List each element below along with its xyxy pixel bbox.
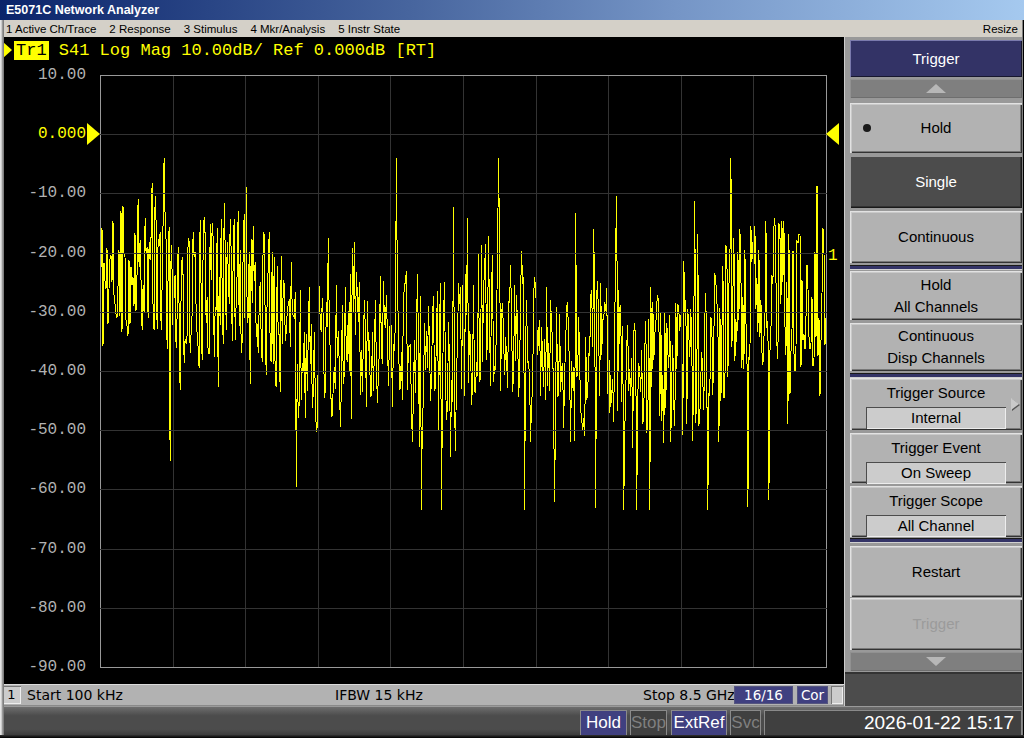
softkey-sidebar: Trigger HoldSingleContinuousHoldAll Chan… bbox=[844, 37, 1024, 706]
window-title: E5071C Network Analyzer bbox=[6, 3, 159, 17]
trace-name[interactable]: Tr1 bbox=[14, 41, 49, 60]
softkey-label: Trigger Scope bbox=[889, 490, 983, 512]
softkey-scroll-up[interactable] bbox=[850, 79, 1022, 98]
grid-line-horizontal bbox=[100, 253, 827, 254]
grid-line-horizontal bbox=[100, 667, 827, 668]
menu-item-2[interactable]: 2 Response bbox=[109, 23, 170, 35]
y-tick-label: -60.00 bbox=[26, 481, 86, 497]
sweep-points-badge: 16/16 bbox=[734, 686, 793, 704]
softkey-trigger-source[interactable]: Trigger Source Internal bbox=[850, 378, 1022, 430]
grid-line-horizontal bbox=[100, 489, 827, 490]
softkey-single[interactable]: Single bbox=[850, 156, 1022, 208]
active-trace-marker-icon bbox=[3, 42, 12, 58]
softkey-separator bbox=[850, 265, 1022, 270]
softkey-separator bbox=[850, 538, 1022, 543]
y-tick-label: -30.00 bbox=[26, 304, 86, 320]
softkey-continuous-disp-channels[interactable]: ContinuousDisp Channels bbox=[850, 323, 1022, 371]
y-tick-label: 0.000 bbox=[26, 126, 86, 142]
grid-line-horizontal bbox=[100, 193, 827, 194]
menu-item-3[interactable]: 3 Stimulus bbox=[184, 23, 238, 35]
status-cell-svc: Svc bbox=[730, 710, 761, 736]
menu-item-5[interactable]: 5 Instr State bbox=[338, 23, 400, 35]
sweep-start-label: Start 100 kHz bbox=[27, 687, 123, 703]
y-tick-label: -40.00 bbox=[26, 363, 86, 379]
status-cell-stop: Stop bbox=[630, 710, 667, 736]
status-bar: 2026-01-22 15:17 HoldStopExtRefSvc bbox=[0, 706, 1024, 738]
y-tick-label: -80.00 bbox=[26, 600, 86, 616]
correction-badge: Cor bbox=[797, 686, 828, 704]
softkey-value-trigger-scope: All Channel bbox=[866, 515, 1006, 537]
grid-line-horizontal bbox=[100, 134, 827, 135]
softkey-label: Hold bbox=[921, 274, 952, 296]
softkey-label: Trigger bbox=[913, 613, 960, 635]
softkey-label: Trigger Source bbox=[887, 382, 986, 404]
grid-line-horizontal bbox=[100, 312, 827, 313]
softkey-value-trigger-source: Internal bbox=[866, 407, 1006, 429]
window-title-bar: E5071C Network Analyzer bbox=[0, 0, 1024, 20]
trace-description bbox=[49, 41, 59, 60]
softkey-trigger[interactable]: Trigger bbox=[850, 598, 1022, 650]
y-tick-label: -70.00 bbox=[26, 541, 86, 557]
sweep-stop-label: Stop 8.5 GHz bbox=[643, 687, 735, 703]
scroll-up-icon bbox=[926, 84, 946, 93]
plot-grid bbox=[100, 75, 827, 668]
softkey-menu-title: Trigger bbox=[850, 40, 1022, 77]
grid-line-horizontal bbox=[100, 75, 827, 76]
instrument-screen: Tr1 S41 Log Mag 10.00dB/ Ref 0.000dB [RT… bbox=[0, 37, 844, 706]
scroll-down-icon bbox=[926, 657, 946, 666]
softkey-label: Restart bbox=[912, 561, 960, 583]
channel-status-row: 1 Start 100 kHz IFBW 15 kHz Stop 8.5 GHz… bbox=[0, 684, 844, 706]
softkey-label: Trigger Event bbox=[891, 437, 980, 459]
channel-number-marker: 1 bbox=[828, 247, 838, 265]
window-frame-left bbox=[0, 20, 4, 738]
softkey-value-trigger-event: On Sweep bbox=[866, 462, 1006, 484]
y-tick-label: -90.00 bbox=[26, 659, 86, 675]
softkey-trigger-scope[interactable]: Trigger Scope All Channel bbox=[850, 486, 1022, 537]
ifbw-label: IFBW 15 kHz bbox=[335, 687, 423, 703]
grid-line-horizontal bbox=[100, 549, 827, 550]
softkey-hold[interactable]: Hold bbox=[850, 103, 1022, 153]
submenu-arrow-icon bbox=[1011, 398, 1019, 410]
menu-item-resize[interactable]: Resize bbox=[983, 23, 1018, 35]
ref-level-marker-right-icon bbox=[826, 123, 839, 145]
softkey-label-line2: All Channels bbox=[894, 296, 978, 318]
softkey-scroll-down[interactable] bbox=[850, 652, 1022, 671]
channel-number-box: 1 bbox=[2, 686, 21, 704]
grid-line-horizontal bbox=[100, 371, 827, 372]
softkey-hold-all-channels[interactable]: HoldAll Channels bbox=[850, 271, 1022, 320]
radio-bullet-icon bbox=[863, 124, 871, 132]
softkey-label: Hold bbox=[921, 117, 952, 139]
softkey-label: Continuous bbox=[898, 226, 974, 248]
ref-level-marker-left-icon bbox=[87, 123, 100, 145]
menu-bar: 1 Active Ch/Trace 2 Response 3 Stimulus 4 M… bbox=[0, 20, 1024, 37]
trace-settings: S41 Log Mag 10.00dB/ Ref 0.000dB [RT] bbox=[59, 41, 436, 60]
softkey-continuous[interactable]: Continuous bbox=[850, 211, 1022, 263]
y-tick-label: -50.00 bbox=[26, 422, 86, 438]
softkey-label: Single bbox=[915, 171, 957, 193]
grid-line-horizontal bbox=[100, 430, 827, 431]
y-tick-label: -20.00 bbox=[26, 245, 86, 261]
softkey-label: Continuous bbox=[898, 325, 974, 347]
y-tick-label: 10.00 bbox=[26, 67, 86, 83]
y-tick-label: -10.00 bbox=[26, 185, 86, 201]
status-cell-extref: ExtRef bbox=[671, 710, 727, 736]
sidebar-footer bbox=[845, 672, 1024, 706]
softkey-label-line2: Disp Channels bbox=[887, 347, 985, 369]
softkey-trigger-event[interactable]: Trigger Event On Sweep bbox=[850, 433, 1022, 483]
softkey-restart[interactable]: Restart bbox=[850, 546, 1022, 597]
application-window: E5071C Network Analyzer 1 Active Ch/Trac… bbox=[0, 0, 1024, 738]
status-cell-hold: Hold bbox=[580, 710, 627, 736]
status-datetime: 2026-01-22 15:17 bbox=[764, 710, 1022, 736]
softkey-menu-title-label: Trigger bbox=[913, 50, 960, 67]
menu-item-1[interactable]: 1 Active Ch/Trace bbox=[6, 23, 96, 35]
grid-line-horizontal bbox=[100, 608, 827, 609]
status-empty-box bbox=[831, 686, 843, 704]
trace-header: Tr1 S41 Log Mag 10.00dB/ Ref 0.000dB [RT… bbox=[3, 41, 436, 59]
menu-item-4[interactable]: 4 Mkr/Analysis bbox=[250, 23, 325, 35]
